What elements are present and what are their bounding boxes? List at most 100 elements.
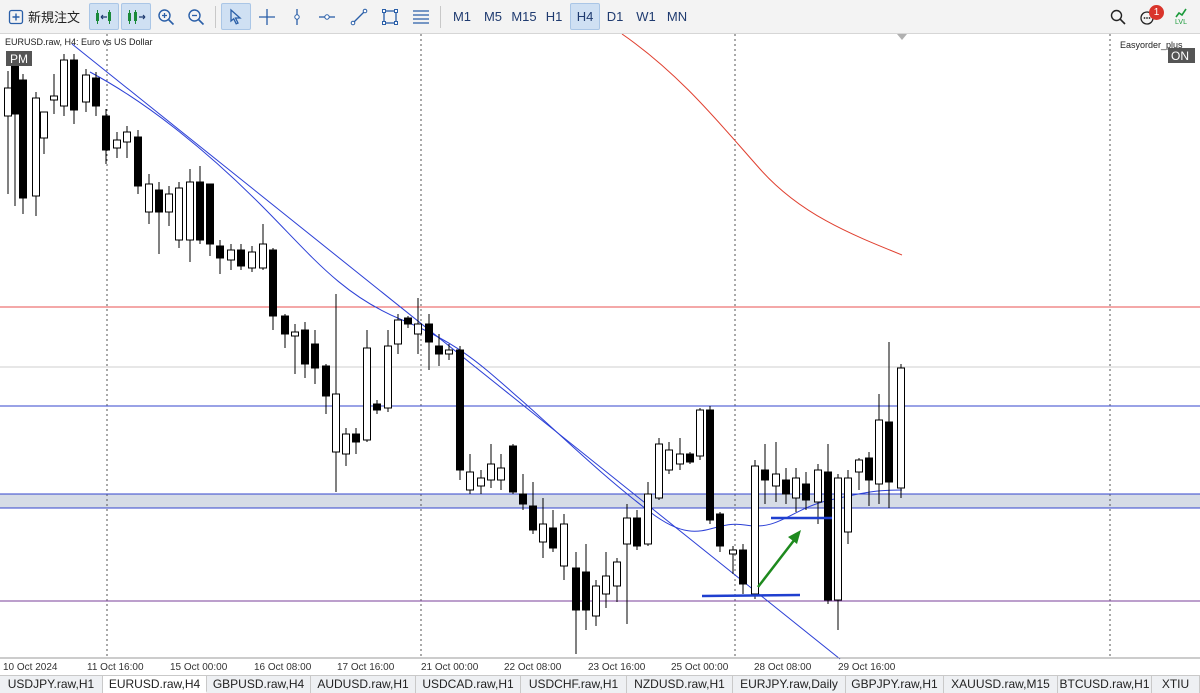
price-chart[interactable]: EURUSD.raw, H4: Euro vs US Dollar PM Eas… [0,34,1200,675]
bull-candle [186,181,194,241]
zoom-out-button[interactable] [183,3,209,30]
bull-candle [175,187,183,241]
auto-scroll-button[interactable] [89,3,119,30]
moving-average [89,71,903,532]
bear-candle [706,409,714,521]
support-zone [0,494,1200,508]
shapes-tool-button[interactable] [377,3,403,30]
symbol-tab[interactable]: XAUUSD.raw,M15 [944,676,1058,693]
zoom-in-button[interactable] [153,3,179,30]
chart-shift-button[interactable] [121,3,151,30]
time-axis-label: 10 Oct 2024 [3,662,58,673]
symbol-tab[interactable]: EURUSD.raw,H4 [103,676,207,693]
symbol-tab[interactable]: EURJPY.raw,Daily [733,676,846,693]
bull-candle [792,477,800,499]
symbol-tab[interactable]: USDCHF.raw,H1 [521,676,627,693]
bear-candle [802,483,810,501]
bull-candle [113,139,121,149]
bull-candle [814,469,822,503]
timeframe-m15-button[interactable]: M15 [509,3,539,30]
search-button[interactable] [1106,3,1130,30]
symbol-tab[interactable]: USDJPY.raw,H1 [0,676,103,693]
bull-candle [445,349,453,355]
bear-candle [582,571,590,611]
bear-candle [716,513,724,547]
bear-candle [404,317,412,325]
bull-candle [394,319,402,345]
time-axis-label: 11 Oct 16:00 [87,662,144,673]
bear-candle [269,249,277,317]
bull-candle [560,523,568,567]
time-axis-label: 25 Oct 00:00 [671,662,729,673]
timeframe-w1-button[interactable]: W1 [632,3,660,30]
time-axis-labels: 10 Oct 2024 11 Oct 16:00 15 Oct 00:00 16 Oc… [3,662,896,673]
bear-candle [237,249,245,267]
bull-candle [613,561,621,587]
bull-candle [772,473,780,487]
symbol-info: EURUSD.raw, H4: Euro vs US Dollar [5,37,153,47]
level-icon [1174,7,1188,19]
bear-candle [519,493,527,505]
timeframe-label: D1 [606,9,624,24]
symbol-tab[interactable]: AUDUSD.raw,H1 [311,676,416,693]
bull-candle [4,87,12,117]
symbol-tab[interactable]: BTCUSD.raw,H1 [1058,676,1152,693]
symbol-tab[interactable]: NZDUSD.raw,H1 [627,676,733,693]
bear-candle [435,345,443,355]
symbol-tab[interactable]: XTIU [1152,676,1200,693]
horizontal-line-tool-button[interactable] [314,3,340,30]
bull-candle [676,453,684,465]
bear-candle [196,181,204,241]
bear-candle [529,505,537,531]
bull-candle [644,493,652,545]
bear-candle [782,479,790,495]
bull-candle [332,393,340,453]
trendline-icon [350,8,368,26]
zoom-in-icon [157,8,175,26]
bull-candle [696,409,704,457]
long-moving-average [621,34,903,256]
cursor-tool-button[interactable] [221,3,251,30]
rectangle-icon [381,8,399,26]
bull-candle [414,323,422,335]
timeframe-d1-button[interactable]: D1 [602,3,628,30]
bull-candle [466,471,474,491]
signal-level-button[interactable]: LVL [1168,3,1194,30]
bear-candle [373,403,381,411]
time-axis-label: 23 Oct 16:00 [588,662,646,673]
bull-candle [227,249,235,261]
vertical-line-tool-button[interactable] [284,3,310,30]
trendline-tool-button[interactable] [346,3,372,30]
bull-candle [539,523,547,543]
toolbar: 新規注文 M1 M5 M15 H1 H4 D1 W1 MN 1 LVL [0,0,1200,34]
bull-candle [342,433,350,455]
time-axis-label: 21 Oct 00:00 [421,662,479,673]
bull-candle [729,549,737,555]
timeframe-h1-button[interactable]: H1 [541,3,567,30]
symbol-tab[interactable]: GBPJPY.raw,H1 [846,676,944,693]
new-order-button[interactable]: 新規注文 [8,3,88,30]
bull-candle [384,345,392,409]
fibonacci-tool-button[interactable] [408,3,434,30]
bear-candle [70,59,78,111]
search-icon [1110,9,1126,25]
bear-candle [509,445,517,493]
timeframe-h4-button[interactable]: H4 [570,3,600,30]
bear-candle [352,433,360,443]
timeframe-label: H4 [576,9,594,24]
timeframe-m1-button[interactable]: M1 [448,3,476,30]
bull-candle [82,74,90,103]
timeframe-mn-button[interactable]: MN [662,3,692,30]
bull-candle [665,449,673,471]
symbol-tab[interactable]: USDCAD.raw,H1 [416,676,521,693]
bull-candle [291,331,299,337]
notification-badge: 1 [1149,5,1164,20]
bear-candle [216,245,224,259]
bull-candle [497,467,505,481]
timeframe-m5-button[interactable]: M5 [478,3,508,30]
toolbar-separator [440,6,441,28]
bull-candle [592,585,600,617]
crosshair-tool-button[interactable] [254,3,280,30]
time-axis-label: 17 Oct 16:00 [337,662,395,673]
symbol-tab[interactable]: GBPUSD.raw,H4 [207,676,311,693]
